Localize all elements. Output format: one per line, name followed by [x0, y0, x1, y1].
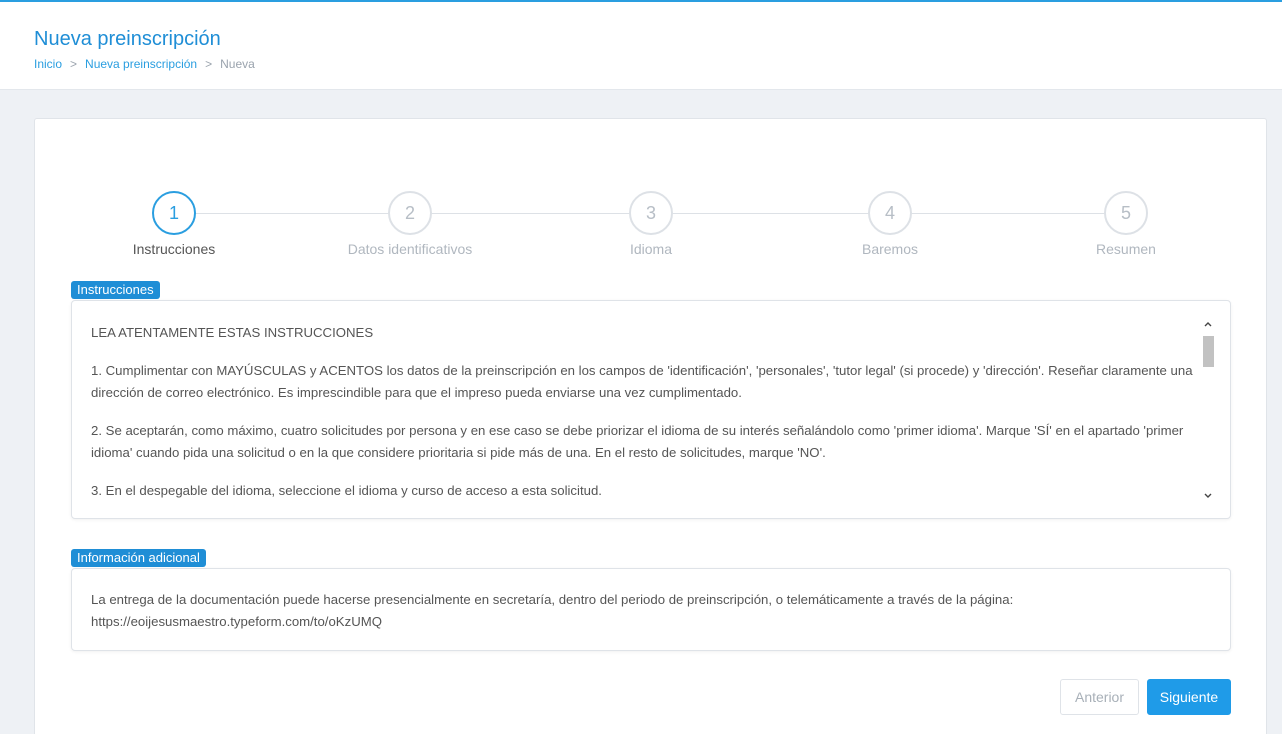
instructions-scroll-box[interactable]: LEA ATENTAMENTE ESTAS INSTRUCCIONES 1. C… [71, 300, 1231, 519]
breadcrumb-separator-icon: > [70, 57, 78, 71]
instructions-content: LEA ATENTAMENTE ESTAS INSTRUCCIONES 1. C… [91, 322, 1201, 518]
additional-info-section-label: Información adicional [71, 549, 206, 567]
instruction-paragraph: 3. En el despegable del idioma, seleccio… [91, 483, 602, 498]
step-datos-identificativos[interactable]: 2 Datos identificativos [330, 189, 490, 257]
breadcrumb-current: Nueva [220, 57, 255, 71]
previous-button[interactable]: Anterior [1060, 679, 1139, 715]
step-number: 3 [629, 191, 673, 235]
step-label: Instrucciones [132, 241, 216, 257]
step-idioma[interactable]: 3 Idioma [571, 189, 731, 257]
stepper: 1 Instrucciones 2 Datos identificativos … [35, 189, 1266, 269]
step-label: Baremos [861, 241, 919, 257]
instruction-paragraph: 2. Se aceptarán, como máximo, cuatro sol… [91, 423, 1184, 460]
scrollbar-thumb[interactable] [1203, 336, 1214, 367]
step-label: Datos identificativos [347, 241, 473, 257]
chevron-up-icon[interactable] [1202, 319, 1214, 331]
instructions-heading: LEA ATENTAMENTE ESTAS INSTRUCCIONES [91, 325, 374, 340]
instructions-section-label: Instrucciones [71, 281, 160, 299]
step-resumen[interactable]: 5 Resumen [1046, 189, 1206, 257]
step-instrucciones[interactable]: 1 Instrucciones [94, 189, 254, 257]
left-gutter [0, 90, 7, 734]
step-label: Resumen [1096, 241, 1156, 257]
step-number: 5 [1104, 191, 1148, 235]
breadcrumb-separator-icon: > [205, 57, 213, 71]
step-number: 1 [152, 191, 196, 235]
additional-info-box: La entrega de la documentación puede hac… [71, 568, 1231, 651]
step-label: Idioma [629, 241, 673, 257]
page-title: Nueva preinscripción [34, 28, 221, 50]
step-number: 4 [868, 191, 912, 235]
instruction-paragraph: 1. Cumplimentar con MAYÚSCULAS y ACENTOS… [91, 363, 1193, 400]
scrollbar[interactable] [1202, 319, 1214, 503]
breadcrumb: Inicio > Nueva preinscripción > Nueva [34, 57, 255, 71]
breadcrumb-link-nueva-preinscripcion[interactable]: Nueva preinscripción [85, 57, 197, 71]
additional-info-text: La entrega de la documentación puede hac… [91, 592, 1014, 629]
wizard-card: 1 Instrucciones 2 Datos identificativos … [34, 118, 1267, 734]
page-header: Nueva preinscripción Inicio > Nueva prei… [0, 2, 1282, 90]
step-baremos[interactable]: 4 Baremos [810, 189, 970, 257]
chevron-down-icon[interactable] [1202, 491, 1214, 503]
breadcrumb-link-inicio[interactable]: Inicio [34, 57, 62, 71]
next-button[interactable]: Siguiente [1147, 679, 1231, 715]
step-number: 2 [388, 191, 432, 235]
